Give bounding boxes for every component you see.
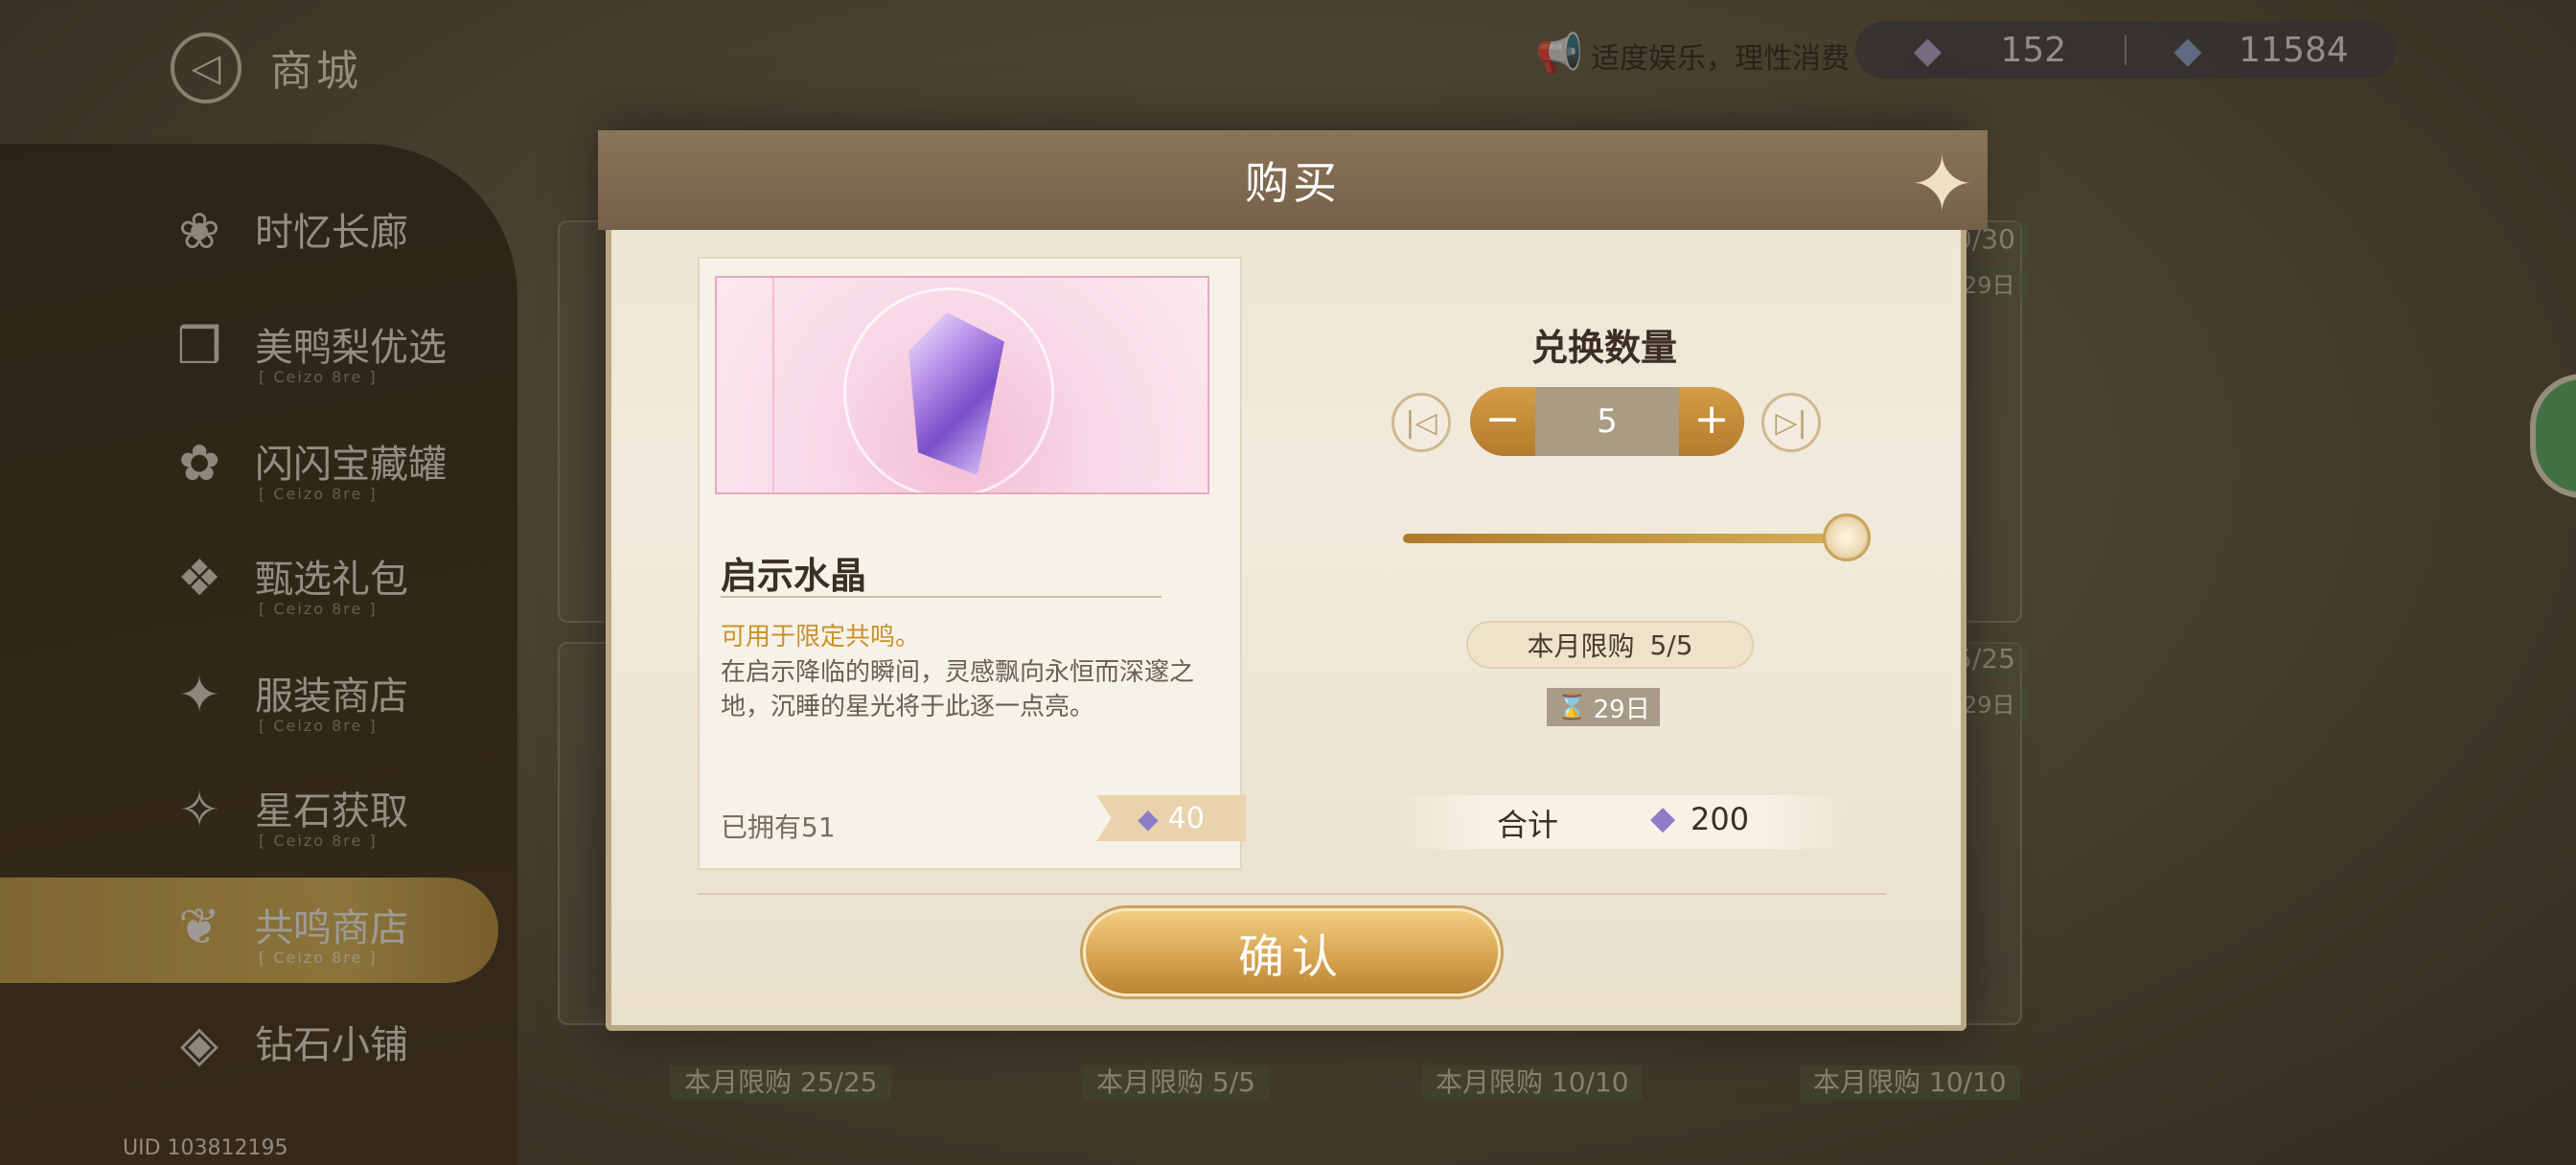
item-image — [715, 276, 1209, 494]
quantity-value[interactable]: 5 — [1535, 387, 1679, 456]
total-bar — [1397, 795, 1848, 849]
confirm-button[interactable]: 确认 — [1083, 908, 1501, 996]
purchase-dialog: 购买 ✦ 启示水晶 可用于限定共鸣。 在启示降临的瞬间，灵感飘向永恒而深邃之地，… — [598, 130, 1988, 1031]
dialog-header: 购买 ✦ — [598, 130, 1988, 230]
unit-price: 40 — [1167, 801, 1205, 835]
increase-button[interactable]: + — [1679, 387, 1744, 456]
divider — [698, 893, 1886, 895]
time-remaining-value: 29日 — [1593, 695, 1650, 724]
hourglass-icon: ⌛ — [1556, 693, 1588, 721]
skip-to-max-icon[interactable]: ▷| — [1761, 393, 1821, 452]
close-star-icon[interactable]: ✦ — [1910, 140, 1974, 229]
item-name: 启示水晶 — [721, 555, 867, 597]
card-stripe — [717, 278, 774, 492]
crystal-currency-icon: ◆ — [1138, 802, 1159, 834]
slider-handle[interactable] — [1823, 514, 1871, 561]
total-label: 合计 — [1497, 807, 1559, 843]
unit-price-tag: ◆ 40 — [1096, 795, 1246, 841]
divider — [721, 596, 1162, 598]
monthly-limit: 本月限购 5/5 — [1466, 621, 1754, 669]
dialog-title: 购买 — [1245, 157, 1341, 209]
quantity-title: 兑换数量 — [1531, 327, 1678, 369]
item-description: 在启示降临的瞬间，灵感飘向永恒而深邃之地，沉睡的星光将于此逐一点亮。 — [721, 658, 1195, 721]
decrease-button[interactable]: − — [1470, 387, 1535, 456]
crystal-currency-icon: ◆ — [1650, 799, 1676, 837]
limit-label: 本月限购 — [1527, 630, 1635, 662]
owned-count: 已拥有51 — [721, 811, 836, 843]
skip-to-min-icon[interactable]: |◁ — [1392, 393, 1451, 452]
quantity-stepper: − 5 + — [1470, 387, 1744, 456]
item-use: 可用于限定共鸣。 — [721, 623, 921, 651]
time-remaining: ⌛ 29日 — [1547, 688, 1660, 726]
total-value: 200 — [1690, 801, 1750, 837]
item-card: 启示水晶 可用于限定共鸣。 在启示降临的瞬间，灵感飘向永恒而深邃之地，沉睡的星光… — [698, 257, 1246, 870]
limit-value: 5/5 — [1649, 628, 1693, 661]
quantity-slider[interactable] — [1403, 534, 1871, 543]
